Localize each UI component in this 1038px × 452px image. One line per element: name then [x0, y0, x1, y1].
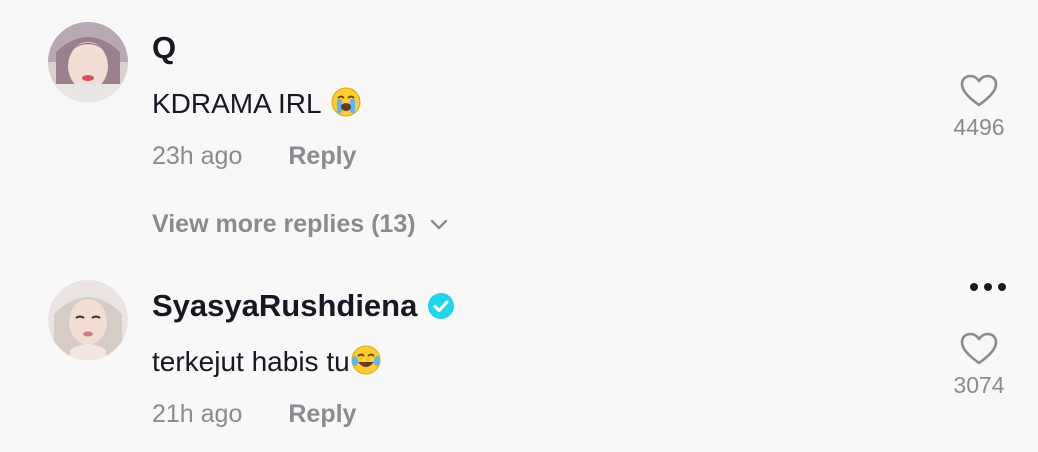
- chevron-down-icon: [430, 219, 447, 229]
- tears-of-joy-emoji-icon: [351, 345, 381, 375]
- avatar[interactable]: [48, 280, 128, 360]
- comment-text-content: KDRAMA IRL: [152, 88, 322, 119]
- reply-button[interactable]: Reply: [288, 142, 356, 170]
- comment-text: KDRAMA IRL: [152, 86, 362, 120]
- verified-badge-icon: [428, 293, 455, 319]
- view-more-replies-button[interactable]: View more replies (13): [152, 210, 448, 239]
- comment-meta: 21h ago Reply: [152, 400, 356, 429]
- reply-button[interactable]: Reply: [288, 400, 356, 428]
- username-text[interactable]: Q: [152, 30, 176, 66]
- dot: [984, 283, 992, 291]
- avatar[interactable]: [48, 22, 128, 102]
- more-options-icon[interactable]: [970, 283, 1006, 291]
- dot: [998, 283, 1006, 291]
- username-text[interactable]: SyasyaRushdiena: [152, 288, 417, 324]
- comment-username[interactable]: Q: [152, 30, 176, 66]
- heart-icon[interactable]: [960, 332, 998, 366]
- comment-timestamp: 21h ago: [152, 400, 243, 428]
- like-count: 3074: [953, 372, 1005, 398]
- comment-text-content: terkejut habis tu: [152, 346, 350, 377]
- heart-icon[interactable]: [960, 74, 998, 108]
- comment-meta: 23h ago Reply: [152, 142, 356, 171]
- comment-timestamp: 23h ago: [152, 142, 243, 170]
- like-control[interactable]: 4496: [944, 74, 1014, 141]
- view-more-replies-label: View more replies (13): [152, 210, 416, 238]
- loudly-crying-face-emoji-icon: [331, 87, 361, 117]
- comment-username[interactable]: SyasyaRushdiena: [152, 288, 455, 324]
- like-control[interactable]: 3074: [944, 332, 1014, 399]
- like-count: 4496: [953, 114, 1005, 140]
- dot: [970, 283, 978, 291]
- comment-text: terkejut habis tu: [152, 344, 382, 378]
